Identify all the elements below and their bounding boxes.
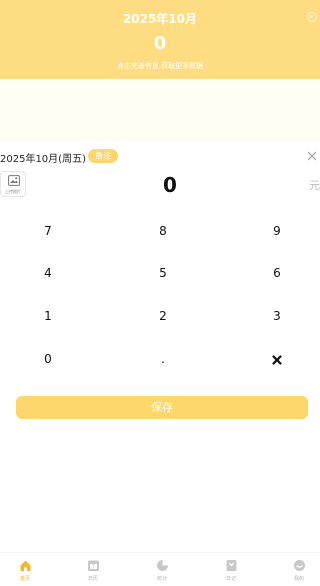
profile-icon bbox=[293, 560, 305, 571]
note-button[interactable]: 备注 bbox=[88, 149, 118, 163]
record-date[interactable]: 2025年10月(周五) bbox=[0, 150, 86, 165]
diary-icon bbox=[226, 560, 236, 571]
pie-chart-icon bbox=[156, 560, 168, 571]
tab-calendar-label: 日历 bbox=[87, 576, 98, 582]
bottom-tab-bar: 首页 7 日历 统计 日记 我的 bbox=[0, 552, 320, 586]
tab-home[interactable]: 首页 bbox=[5, 559, 45, 582]
amount-input[interactable]: 0 bbox=[148, 173, 192, 197]
key-7[interactable]: 7 bbox=[18, 217, 78, 245]
key-4[interactable]: 4 bbox=[18, 259, 78, 287]
key-2[interactable]: 2 bbox=[133, 302, 193, 330]
upload-image-label: 上传图片 bbox=[5, 189, 21, 194]
unit-label: 元 bbox=[309, 179, 320, 192]
key-3[interactable]: 3 bbox=[247, 302, 307, 330]
key-0[interactable]: 0 bbox=[18, 345, 78, 373]
calendar-icon: 7 bbox=[87, 560, 99, 571]
month-title[interactable]: 2025年10月 bbox=[0, 10, 320, 27]
total-amount: 0 bbox=[153, 33, 167, 54]
tab-stats[interactable]: 统计 bbox=[142, 559, 182, 582]
tab-diary[interactable]: 日记 bbox=[211, 559, 251, 582]
header: 2025年10月 0 点击完善信息,获取更多数据 bbox=[0, 0, 320, 79]
complete-info-hint[interactable]: 点击完善信息,获取更多数据 bbox=[0, 61, 320, 71]
tab-home-label: 首页 bbox=[19, 576, 30, 582]
content-area bbox=[0, 79, 320, 142]
key-8[interactable]: 8 bbox=[133, 217, 193, 245]
settings-icon[interactable] bbox=[307, 12, 317, 22]
key-9[interactable]: 9 bbox=[247, 217, 307, 245]
tab-profile-label: 我的 bbox=[293, 576, 304, 582]
key-1[interactable]: 1 bbox=[18, 302, 78, 330]
tab-stats-label: 统计 bbox=[156, 576, 167, 582]
key-5[interactable]: 5 bbox=[133, 259, 193, 287]
delete-button[interactable] bbox=[247, 345, 307, 373]
key-6[interactable]: 6 bbox=[247, 259, 307, 287]
image-icon bbox=[8, 175, 20, 186]
key-dot[interactable]: . bbox=[133, 345, 193, 373]
tab-profile[interactable]: 我的 bbox=[279, 559, 319, 582]
upload-image-button[interactable]: 上传图片 bbox=[0, 171, 26, 197]
tab-calendar[interactable]: 7 日历 bbox=[73, 559, 113, 582]
tab-diary-label: 日记 bbox=[225, 576, 236, 582]
save-button[interactable]: 保存 bbox=[16, 396, 308, 419]
home-icon bbox=[20, 560, 30, 571]
svg-text:7: 7 bbox=[91, 565, 94, 571]
delete-icon bbox=[272, 354, 282, 365]
close-icon[interactable] bbox=[306, 150, 318, 162]
